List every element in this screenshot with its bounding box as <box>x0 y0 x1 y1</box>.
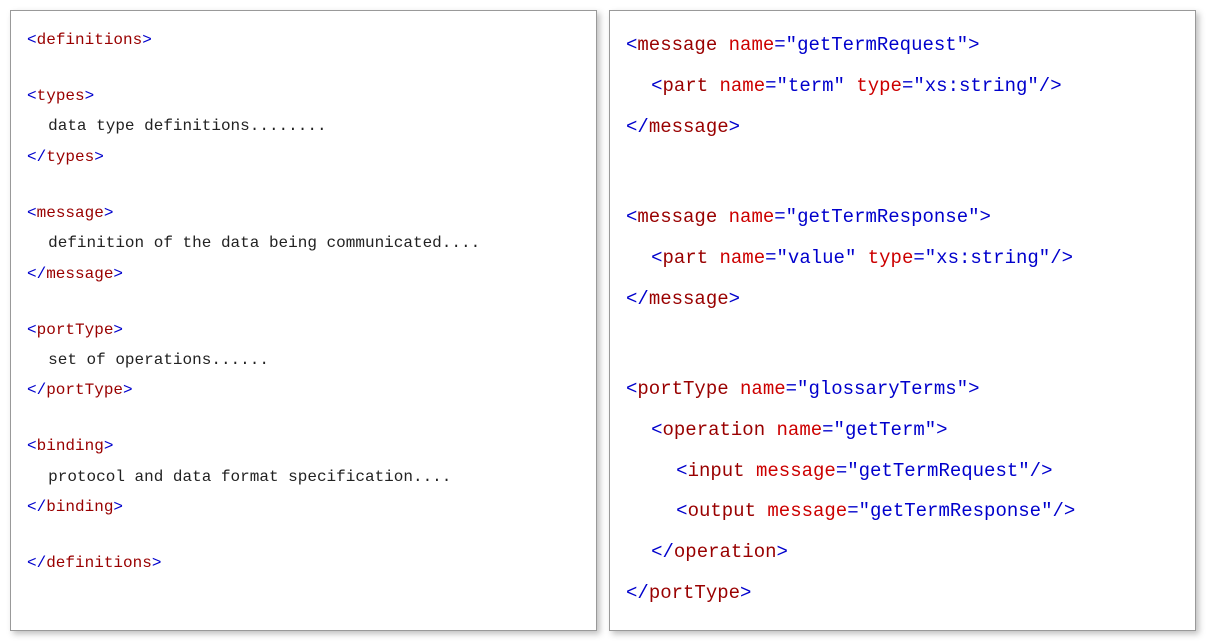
attr-name: name <box>720 75 766 97</box>
attr-type: type <box>868 247 914 269</box>
tag-porttype-open: portType <box>37 321 114 339</box>
attr-name: name <box>729 206 775 228</box>
code-line: </portType> <box>626 573 1179 614</box>
tag-operation: operation <box>662 419 765 441</box>
code-line: </message> <box>27 259 580 289</box>
val-operation-name: getTerm <box>845 419 925 441</box>
text-binding-body: protocol and data format specification..… <box>48 468 451 486</box>
val-msg2-part-name: value <box>788 247 845 269</box>
tag-types-close: types <box>46 148 94 166</box>
code-line: <portType> <box>27 315 580 345</box>
attr-name: name <box>777 419 823 441</box>
code-line: <portType name="glossaryTerms"> <box>626 369 1179 410</box>
code-line: <types> <box>27 81 580 111</box>
val-input-message: getTermRequest <box>859 460 1019 482</box>
code-panel-wsdl-skeleton: <definitions> <types> data type definiti… <box>10 10 597 631</box>
val-msg1-part-type: xs:string <box>925 75 1028 97</box>
code-line: </message> <box>626 107 1179 148</box>
code-line: <part name="value" type="xs:string"/> <box>626 238 1179 279</box>
tag-definitions-open: definitions <box>37 31 143 49</box>
code-line: definition of the data being communicate… <box>27 228 580 258</box>
tag-part: part <box>662 75 708 97</box>
code-line: data type definitions........ <box>27 111 580 141</box>
tag-binding-close: binding <box>46 498 113 516</box>
blank-line <box>27 55 580 81</box>
blank-line <box>626 172 1179 197</box>
code-line: <message name="getTermResponse"> <box>626 197 1179 238</box>
attr-name: name <box>740 378 786 400</box>
code-line: </operation> <box>626 532 1179 573</box>
blank-line <box>27 406 580 432</box>
code-line: <definitions> <box>27 25 580 55</box>
code-line: </portType> <box>27 375 580 405</box>
blank-line <box>626 344 1179 369</box>
code-panel-wsdl-example: <message name="getTermRequest"> <part na… <box>609 10 1196 631</box>
blank-line <box>626 148 1179 173</box>
val-porttype-name: glossaryTerms <box>808 378 956 400</box>
code-line: </message> <box>626 279 1179 320</box>
code-line: <binding> <box>27 431 580 461</box>
code-line: <message name="getTermRequest"> <box>626 25 1179 66</box>
val-msg1-part-name: term <box>788 75 834 97</box>
blank-line <box>27 172 580 198</box>
tag-part: part <box>662 247 708 269</box>
attr-name: name <box>729 34 775 56</box>
tag-message-close: message <box>649 116 729 138</box>
attr-type: type <box>856 75 902 97</box>
blank-line <box>27 522 580 548</box>
tag-porttype-close: portType <box>649 582 740 604</box>
tag-porttype-close: portType <box>46 381 123 399</box>
tag-message-close: message <box>46 265 113 283</box>
tag-types-open: types <box>37 87 85 105</box>
tag-definitions-close: definitions <box>46 554 152 572</box>
val-msg2-part-type: xs:string <box>936 247 1039 269</box>
tag-input: input <box>688 460 745 482</box>
code-line: <output message="getTermResponse"/> <box>626 491 1179 532</box>
val-msg1-name: getTermRequest <box>797 34 957 56</box>
tag-binding-open: binding <box>37 437 104 455</box>
code-line: <input message="getTermRequest"/> <box>626 451 1179 492</box>
text-porttype-body: set of operations...... <box>48 351 269 369</box>
code-line: set of operations...... <box>27 345 580 375</box>
code-line: </binding> <box>27 492 580 522</box>
code-line: </types> <box>27 142 580 172</box>
code-line: <part name="term" type="xs:string"/> <box>626 66 1179 107</box>
text-message-body: definition of the data being communicate… <box>48 234 480 252</box>
attr-message: message <box>756 460 836 482</box>
tag-message: message <box>637 34 717 56</box>
code-line: </definitions> <box>27 548 580 578</box>
blank-line <box>626 319 1179 344</box>
code-line: <operation name="getTerm"> <box>626 410 1179 451</box>
tag-message-close: message <box>649 288 729 310</box>
code-line: protocol and data format specification..… <box>27 462 580 492</box>
attr-name: name <box>720 247 766 269</box>
val-output-message: getTermResponse <box>870 500 1041 522</box>
tag-message-open: message <box>37 204 104 222</box>
tag-porttype: portType <box>637 378 728 400</box>
tag-operation-close: operation <box>674 541 777 563</box>
code-line: <message> <box>27 198 580 228</box>
blank-line <box>27 289 580 315</box>
attr-message: message <box>767 500 847 522</box>
tag-message: message <box>637 206 717 228</box>
val-msg2-name: getTermResponse <box>797 206 968 228</box>
tag-output: output <box>688 500 756 522</box>
text-types-body: data type definitions........ <box>48 117 326 135</box>
